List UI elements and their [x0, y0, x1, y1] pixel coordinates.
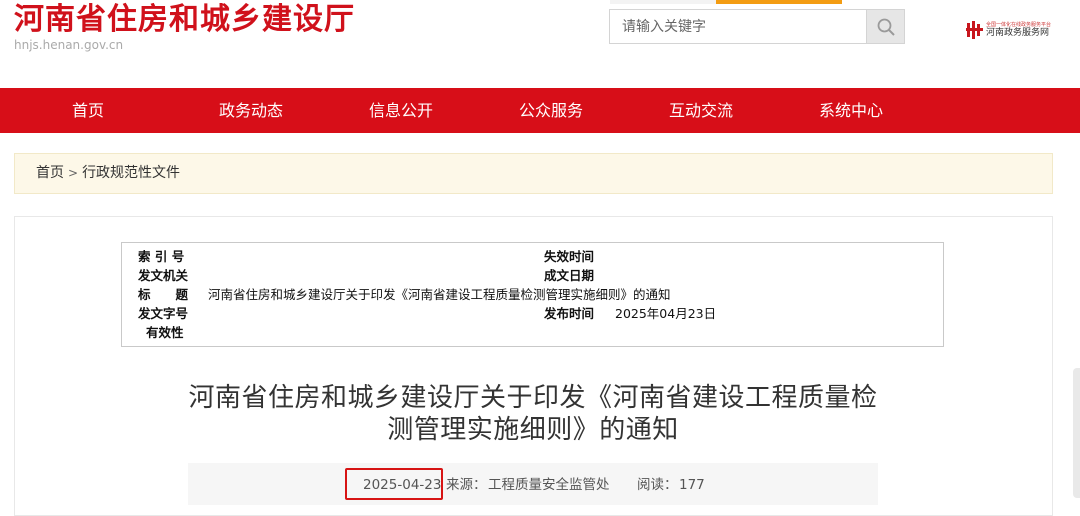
- nav-item-disclosure[interactable]: 信息公开: [326, 88, 476, 133]
- meta-issuer-label: 发文机关: [138, 268, 189, 283]
- meta-index-label: 索 引 号: [138, 249, 185, 264]
- search-button[interactable]: [866, 9, 905, 44]
- article-title: 河南省住房和城乡建设厅关于印发《河南省建设工程质量检 测管理实施细则》的通知: [180, 382, 886, 446]
- nav-item-system-center[interactable]: 系统中心: [776, 88, 926, 133]
- article-reads: 177: [679, 477, 705, 493]
- meta-validity-label: 有效性: [146, 325, 184, 340]
- article-title-line-2: 测管理实施细则》的通知: [387, 415, 679, 445]
- nav-item-home[interactable]: 首页: [0, 88, 176, 133]
- breadcrumb-current[interactable]: 行政规范性文件: [82, 165, 180, 181]
- article-info-bar: 2025-04-23 来源： 工程质量安全监管处 阅读： 177: [188, 463, 878, 505]
- main-nav: 首页 政务动态 信息公开 公众服务 互动交流 系统中心: [0, 88, 1080, 133]
- article-source: 工程质量安全监管处: [488, 477, 610, 493]
- search-icon: [877, 18, 895, 36]
- meta-published-value: 2025年04月23日: [615, 306, 717, 321]
- gov-logo-text: 河南政务服务网: [986, 28, 1050, 38]
- breadcrumb: 首页 > 行政规范性文件: [14, 153, 1053, 194]
- search-tab-right[interactable]: [716, 0, 842, 4]
- article-title-line-1: 河南省住房和城乡建设厅关于印发《河南省建设工程质量检: [188, 383, 878, 413]
- article-source-label: 来源：: [446, 477, 487, 493]
- meta-subject-label: 标 题: [138, 287, 189, 302]
- document-meta-table: 索 引 号 失效时间 发文机关 成文日期 标 题 河南省住房和城乡建设厅关于印发…: [121, 242, 944, 347]
- gov-service-logo-icon: [966, 21, 983, 39]
- meta-subject-value: 河南省住房和城乡建设厅关于印发《河南省建设工程质量检测管理实施细则》的通知: [208, 287, 671, 302]
- meta-expire-label: 失效时间: [544, 249, 595, 264]
- meta-published-label: 发布时间: [544, 306, 595, 321]
- nav-item-interaction[interactable]: 互动交流: [626, 88, 776, 133]
- breadcrumb-home[interactable]: 首页: [36, 165, 64, 181]
- side-float-tab[interactable]: [1073, 368, 1080, 498]
- gov-service-logo[interactable]: 全国一体化在线政务服务平台 河南政务服务网: [966, 20, 1062, 40]
- search-input[interactable]: [609, 9, 866, 44]
- site-url: hnjs.henan.gov.cn: [14, 38, 124, 52]
- nav-item-news[interactable]: 政务动态: [176, 88, 326, 133]
- article-reads-label: 阅读：: [637, 477, 678, 493]
- breadcrumb-separator: >: [68, 166, 79, 180]
- nav-item-public-service[interactable]: 公众服务: [476, 88, 626, 133]
- meta-created-label: 成文日期: [544, 268, 595, 283]
- article-date: 2025-04-23: [363, 477, 442, 493]
- search-tab-left[interactable]: [610, 0, 716, 4]
- meta-docno-label: 发文字号: [138, 306, 189, 321]
- site-title[interactable]: 河南省住房和城乡建设厅: [14, 2, 355, 38]
